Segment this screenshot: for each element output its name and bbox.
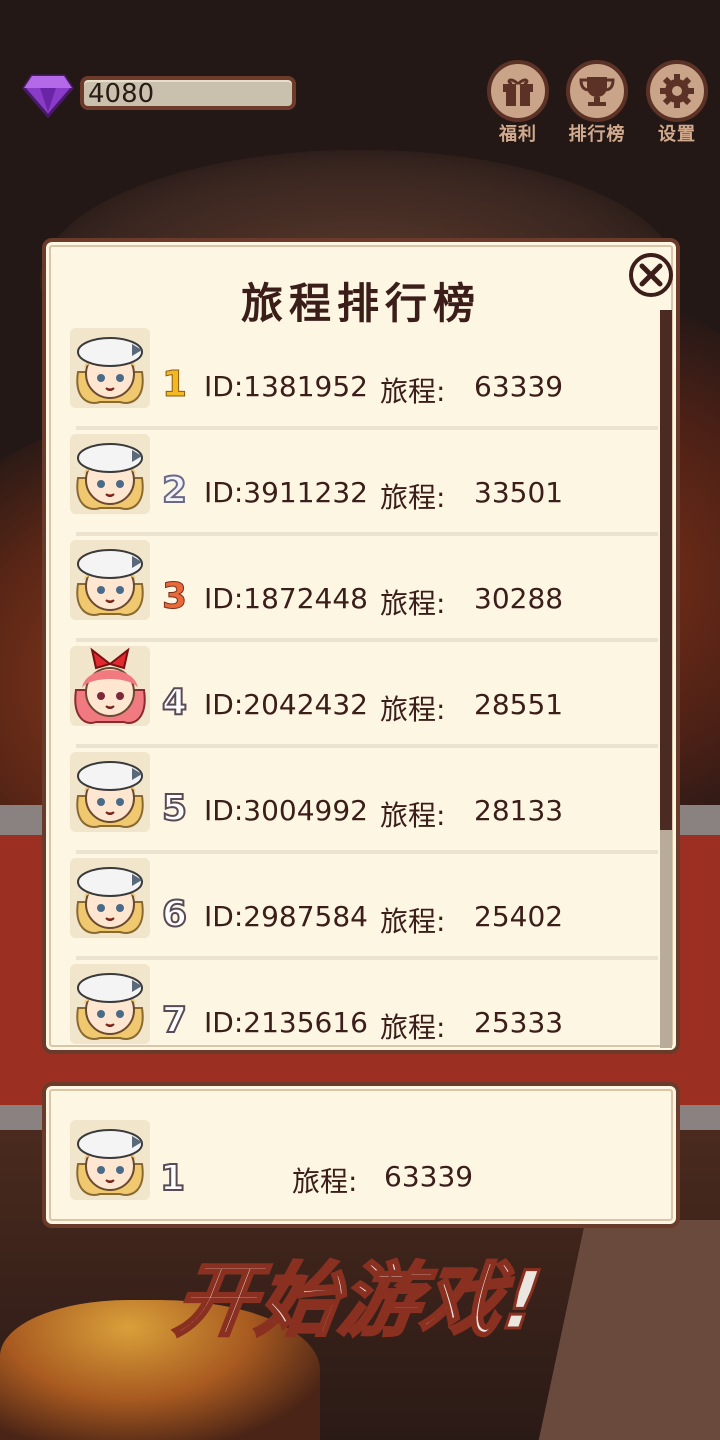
leaderboard-list[interactable]: 1 ID:1381952 旅程: 63339 2 ID:3911232 旅程: … — [70, 324, 658, 1054]
player-id: ID:1381952 — [204, 370, 368, 403]
rank-number: 2 — [161, 469, 188, 512]
player-id: ID:2042432 — [204, 688, 368, 721]
player-id: ID:2135616 — [204, 1006, 368, 1039]
journey-score: 25333 — [474, 1006, 564, 1039]
journey-label: 旅程: — [380, 799, 446, 832]
sailor-girl-avatar — [70, 858, 150, 938]
leaderboard-row: 3 ID:1872448 旅程: 30288 — [70, 536, 658, 642]
sailor-girl-avatar — [70, 328, 150, 408]
my-rank-number: 1 — [159, 1157, 186, 1200]
leaderboard-row: 7 ID:2135616 旅程: 25333 — [70, 960, 658, 1054]
journey-label: 旅程: — [380, 587, 446, 620]
sailor-girl-avatar — [70, 540, 150, 620]
settings-label: 设置 — [658, 124, 696, 145]
rank-number: 3 — [161, 576, 188, 618]
welfare-label: 福利 — [499, 124, 537, 145]
journey-label: 旅程: — [380, 1011, 446, 1044]
my-journey-score: 63339 — [384, 1160, 474, 1193]
sailor-girl-avatar — [70, 434, 150, 514]
player-id: ID:1872448 — [204, 582, 368, 615]
leaderboard-label: 排行榜 — [568, 124, 626, 145]
journey-score: 28551 — [474, 688, 564, 721]
gem-icon — [22, 74, 74, 118]
journey-label: 旅程: — [380, 481, 446, 514]
journey-score: 28133 — [474, 794, 564, 827]
leaderboard-row: 4 ID:2042432 旅程: 28551 — [70, 642, 658, 748]
leaderboard-panel: 旅程排行榜 1 ID:1381952 旅程: 63339 2 ID:391123… — [42, 238, 680, 1054]
pink-hair-girl-avatar — [70, 646, 150, 726]
player-id: ID:3004992 — [204, 794, 368, 827]
welfare-button[interactable] — [487, 60, 549, 122]
gift-icon — [503, 78, 533, 106]
rank-number: 6 — [161, 893, 188, 936]
rank-number: 5 — [161, 787, 188, 830]
rank-number: 1 — [161, 364, 188, 406]
sailor-girl-avatar — [70, 1120, 150, 1200]
player-id: ID:2987584 — [204, 900, 368, 933]
journey-score: 30288 — [474, 582, 564, 615]
journey-score: 33501 — [474, 476, 564, 509]
leaderboard-row: 1 ID:1381952 旅程: 63339 — [70, 324, 658, 430]
panel-title: 旅程排行榜 — [240, 279, 481, 328]
sailor-girl-avatar — [70, 964, 150, 1044]
close-icon[interactable] — [628, 252, 674, 298]
leaderboard-row: 2 ID:3911232 旅程: 33501 — [70, 430, 658, 536]
scrollbar-thumb[interactable] — [660, 310, 672, 830]
gem-count: 4080 — [88, 79, 155, 109]
journey-score: 25402 — [474, 900, 564, 933]
start-game-label: 开始游戏! — [168, 1253, 551, 1349]
journey-label: 旅程: — [380, 905, 446, 938]
journey-score: 63339 — [474, 370, 564, 403]
my-rank-panel: 1 旅程: 63339 — [42, 1082, 680, 1228]
leaderboard-row: 6 ID:2987584 旅程: 25402 — [70, 854, 658, 960]
journey-label: 旅程: — [380, 375, 446, 408]
start-game-button[interactable]: 开始游戏! — [110, 1236, 610, 1356]
journey-label: 旅程: — [380, 693, 446, 726]
rank-number: 4 — [161, 681, 188, 724]
settings-button[interactable] — [646, 60, 708, 122]
my-journey-label: 旅程: — [292, 1165, 358, 1198]
sailor-girl-avatar — [70, 752, 150, 832]
leaderboard-row: 5 ID:3004992 旅程: 28133 — [70, 748, 658, 854]
gear-icon — [660, 74, 694, 108]
player-id: ID:3911232 — [204, 476, 368, 509]
leaderboard-button[interactable] — [566, 60, 628, 122]
rank-number: 7 — [161, 999, 188, 1042]
trophy-icon — [579, 77, 615, 106]
